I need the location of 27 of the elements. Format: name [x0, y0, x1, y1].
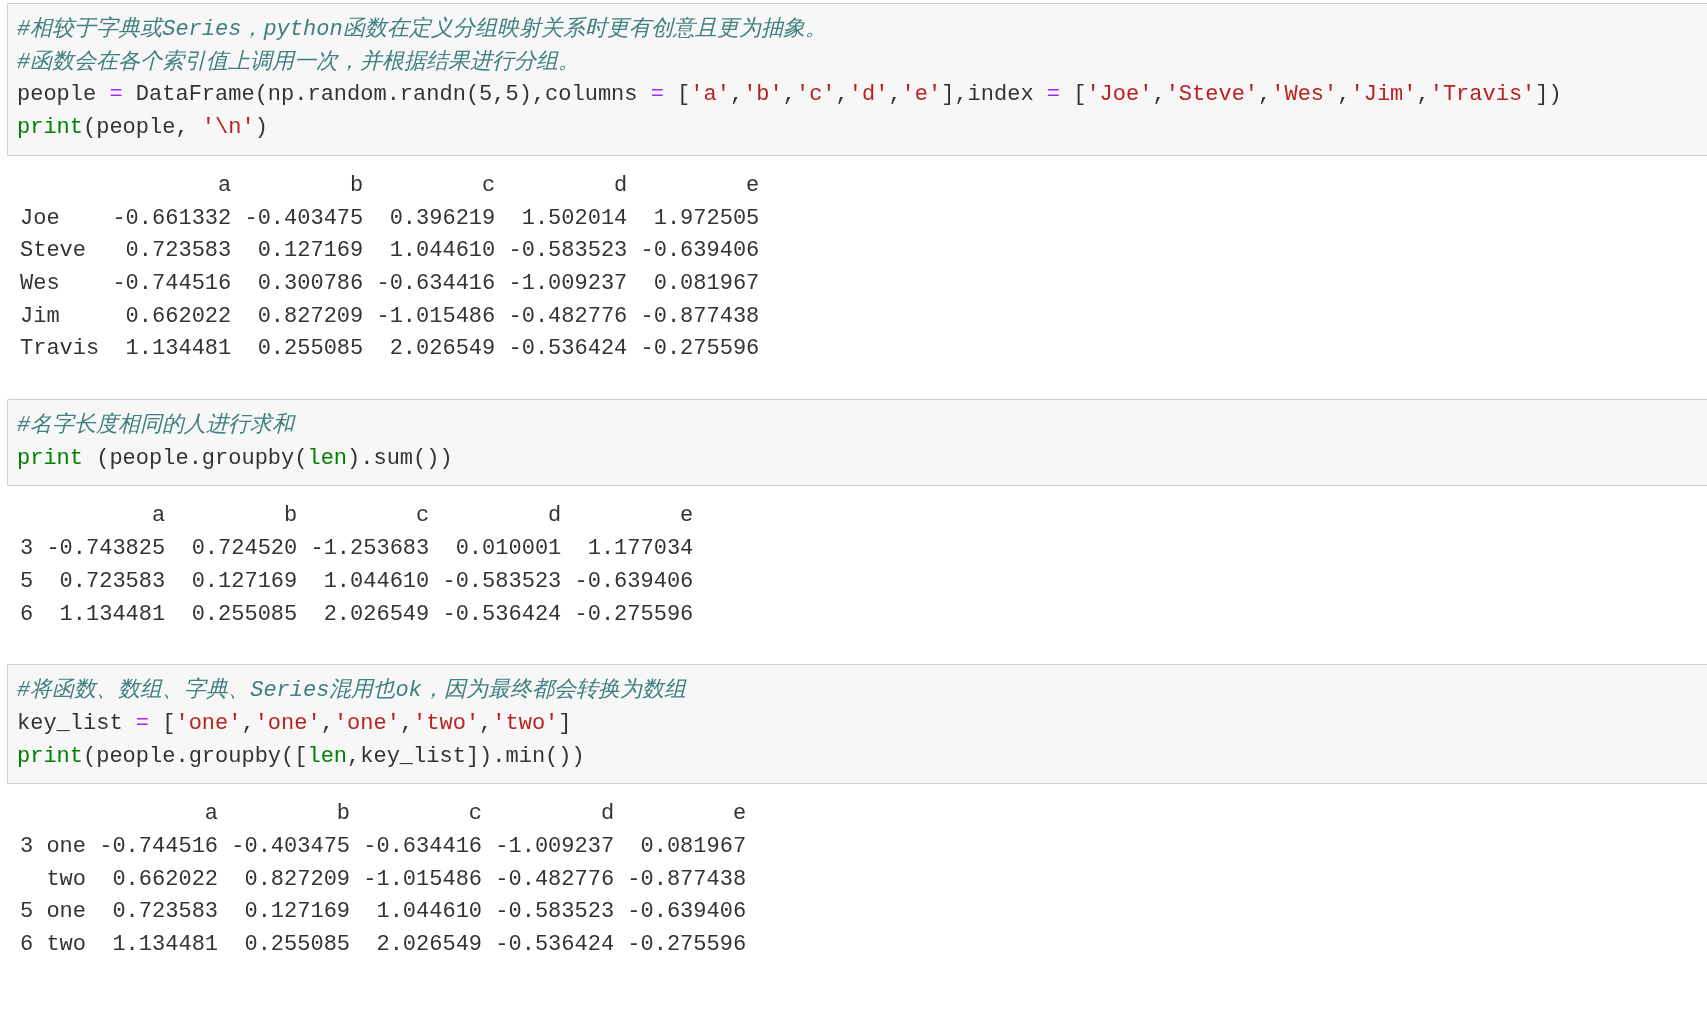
code-line: #相较于字典或Series，python函数在定义分组映射关系时更有创意且更为抽象。: [17, 15, 827, 44]
output-line: a b c d e: [151, 502, 694, 531]
code-line: print (people.groupby(len).sum()): [17, 444, 453, 473]
output-line: a b c d e: [217, 171, 760, 200]
output-line: Joe -0.661332 -0.403475 0.396219 1.502014 1.972505: [20, 204, 760, 233]
code-line: #名字长度相同的人进行求和: [17, 411, 295, 441]
code-cell[interactable]: [7, 3, 1707, 156]
output-line: 3 one -0.744516 -0.403475 -0.634416 -1.009237 0.081967: [20, 833, 747, 862]
code-line: key_list = ['one','one','one','two','two']: [17, 709, 572, 738]
output-line: 6 1.134481 0.255085 2.026549 -0.536424 -0.275596: [20, 600, 694, 629]
output-line: 5 0.723583 0.127169 1.044610 -0.583523 -0.639406: [20, 567, 694, 596]
output-line: 3 -0.743825 0.724520 -1.253683 0.010001 1.177034: [20, 535, 694, 564]
output-line: a b c d e: [203, 800, 747, 829]
output-line: Jim 0.662022 0.827209 -1.015486 -0.482776 -0.877438: [20, 302, 760, 331]
output-line: 6 two 1.134481 0.255085 2.026549 -0.536424 -0.275596: [20, 931, 747, 960]
output-line: 5 one 0.723583 0.127169 1.044610 -0.583523 -0.639406: [20, 898, 747, 927]
code-line: print(people, '\n'): [17, 114, 268, 143]
output-line: Steve 0.723583 0.127169 1.044610 -0.583523 -0.639406: [20, 237, 760, 266]
code-line: print(people.groupby([len,key_list]).min()): [17, 742, 585, 771]
code-line: people = DataFrame(np.random.randn(5,5),columns = ['a','b','c','d','e'],index = ['Joe','Steve','Wes','Jim','Travis']): [17, 81, 1562, 110]
code-cell[interactable]: #名字长度相同的人进行求和 print (people.groupby(len).sum()): [7, 399, 1707, 487]
code-line: #将函数、数组、字典、Series混用也ok，因为最终都会转换为数组: [17, 676, 686, 706]
code-line: #函数会在各个索引值上调用一次，并根据结果进行分组。: [17, 48, 581, 77]
output-line: two 0.662022 0.827209 -1.015486 -0.482776 -0.877438: [45, 865, 747, 894]
output-line: Travis 1.134481 0.255085 2.026549 -0.536424 -0.275596: [20, 335, 760, 364]
output-line: Wes -0.744516 0.300786 -0.634416 -1.009237 0.081967: [20, 269, 760, 298]
code-cell[interactable]: #将函数、数组、字典、Series混用也ok，因为最终都会转换为数组 key_list = ['one','one','one','two','two'] print(people.groupby([len,key_list]).min()): [7, 664, 1707, 785]
